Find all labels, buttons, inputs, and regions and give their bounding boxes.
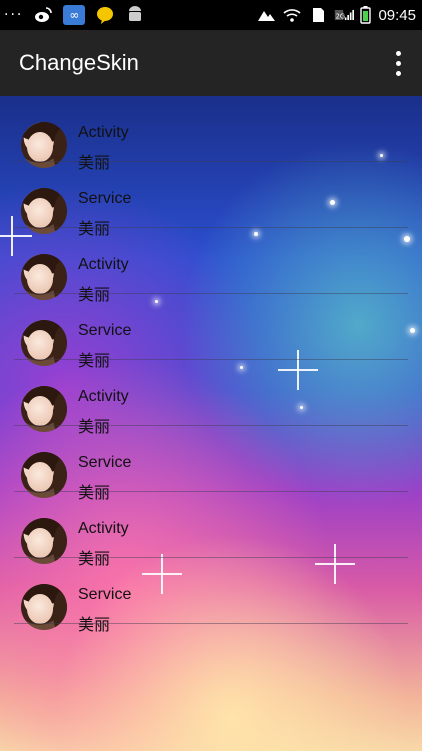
status-bar: ··· ∞ 2G 09:45 <box>0 0 422 30</box>
weibo-icon <box>35 7 53 22</box>
list-item-title: Activity <box>78 520 129 537</box>
clock: 09:45 <box>378 6 416 24</box>
overflow-dot <box>395 50 401 56</box>
list-item[interactable]: Activity 美丽 <box>0 228 422 304</box>
infinity-app-icon: ∞ <box>63 5 86 25</box>
signal-icon: 2G <box>335 10 355 20</box>
list-item[interactable]: Service 美丽 <box>0 294 422 370</box>
list-item-title: Activity <box>78 388 129 405</box>
list-item[interactable]: Service 美丽 <box>0 162 422 238</box>
overflow-dot <box>395 60 401 66</box>
list-item-title: Service <box>78 454 132 471</box>
app-bar: ChangeSkin <box>0 30 422 96</box>
skin-item-list: Activity 美丽 Service 美丽 Activity 美丽 Servi… <box>0 96 422 634</box>
network-type-label: 2G <box>336 12 345 20</box>
list-item-subtitle: 美丽 <box>78 615 111 634</box>
avatar <box>21 584 67 630</box>
sim-card-icon <box>313 8 325 22</box>
wifi-icon <box>283 9 301 22</box>
app-title: ChangeSkin <box>19 50 139 75</box>
mountain-icon <box>258 11 276 21</box>
chat-bubble-icon <box>97 7 114 24</box>
list-item[interactable]: Service 美丽 <box>0 558 422 634</box>
list-item[interactable]: Activity 美丽 <box>0 360 422 436</box>
overflow-menu-icon[interactable] <box>388 48 408 78</box>
list-item-title: Service <box>78 190 132 207</box>
list-item[interactable]: Service 美丽 <box>0 426 422 502</box>
skin-background: Activity 美丽 Service 美丽 Activity 美丽 Servi… <box>0 96 422 751</box>
battery-icon <box>360 6 372 24</box>
android-icon <box>129 6 142 21</box>
list-item-title: Activity <box>78 256 129 273</box>
more-notifications-icon: ··· <box>4 7 24 23</box>
overflow-dot <box>395 70 401 76</box>
list-item-title: Activity <box>78 124 129 141</box>
list-item[interactable]: Activity 美丽 <box>0 492 422 568</box>
list-item-title: Service <box>78 586 132 603</box>
status-bar-right: 2G 09:45 <box>256 0 416 30</box>
list-item-title: Service <box>78 322 132 339</box>
status-bar-left: ··· ∞ <box>4 0 145 30</box>
list-item[interactable]: Activity 美丽 <box>0 96 422 172</box>
